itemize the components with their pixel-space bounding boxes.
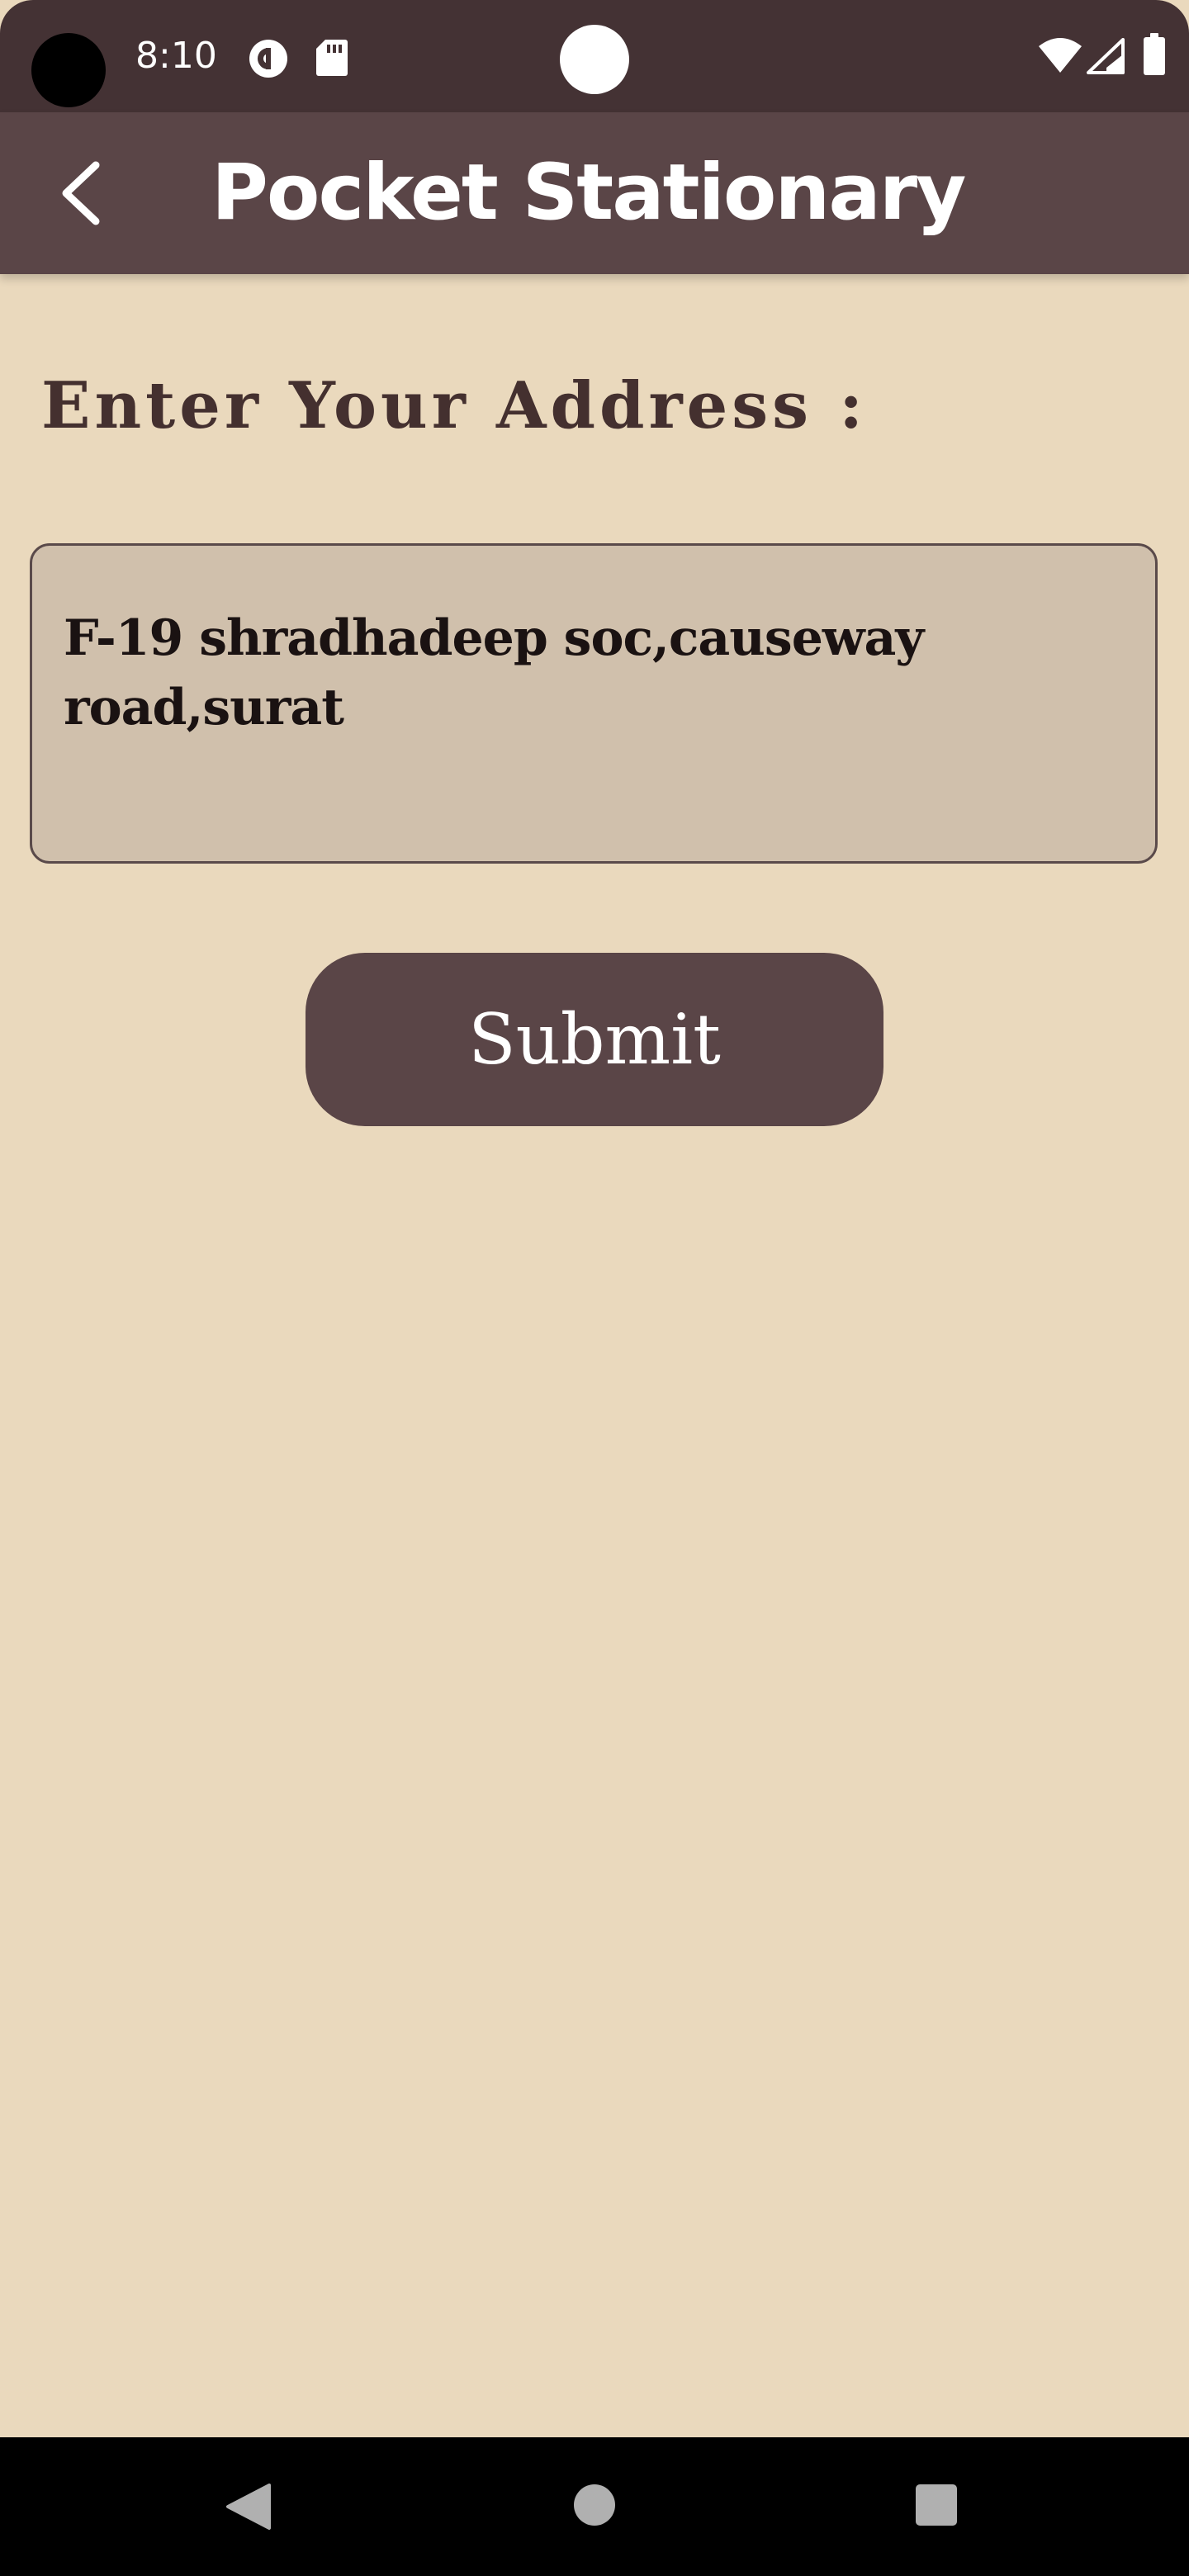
sd-card-icon [315, 38, 348, 81]
home-circle-icon[interactable] [573, 2484, 616, 2530]
back-triangle-icon[interactable] [223, 2482, 272, 2535]
pocket-casts-icon [248, 38, 289, 83]
navigation-bar [0, 2437, 1189, 2576]
status-time: 8:10 [135, 35, 217, 77]
submit-button[interactable]: Submit [306, 953, 883, 1126]
front-camera-dot [560, 25, 629, 97]
app-title: Pocket Stationary [211, 148, 966, 238]
address-input[interactable]: F-19 shradhadeep soc,causeway road,surat [30, 543, 1158, 864]
back-arrow-icon[interactable] [41, 154, 121, 233]
address-prompt-label: Enter Your Address : [41, 368, 868, 443]
status-bar: 8:10 [0, 0, 1189, 112]
battery-icon [1143, 33, 1166, 79]
recents-square-icon[interactable] [915, 2484, 958, 2530]
app-bar: Pocket Stationary [0, 112, 1189, 274]
cell-signal-icon [1087, 38, 1125, 78]
wifi-icon [1037, 38, 1083, 78]
camera-cutout [31, 33, 106, 107]
